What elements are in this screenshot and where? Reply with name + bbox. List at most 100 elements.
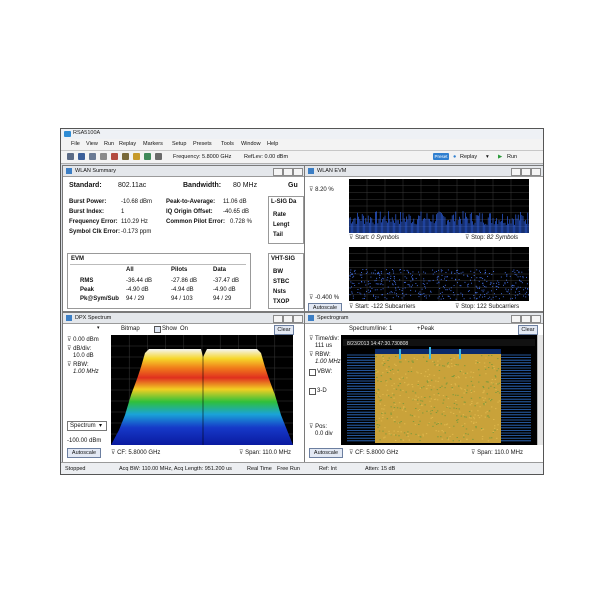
clear-button[interactable]: Clear xyxy=(274,325,294,335)
noise-speck xyxy=(466,372,469,374)
noise-speck xyxy=(485,412,487,414)
replay-button[interactable]: Replay xyxy=(460,154,477,160)
table-icon[interactable] xyxy=(144,153,151,160)
save-icon[interactable] xyxy=(78,153,85,160)
evm-subcarrier-point xyxy=(462,271,464,273)
noise-speck xyxy=(486,415,489,417)
show-checkbox[interactable] xyxy=(154,326,161,333)
minimize-button[interactable] xyxy=(511,315,521,323)
menu-markers[interactable]: Markers xyxy=(143,141,163,147)
evm-subcarrier-point xyxy=(386,273,388,274)
autoscale-button[interactable]: Autoscale xyxy=(309,448,343,458)
clear-button[interactable]: Clear xyxy=(518,325,538,335)
noise-speck xyxy=(407,431,409,433)
noise-speck xyxy=(457,364,459,366)
evm-subcarrier-point xyxy=(504,282,506,284)
evm-col-all: All xyxy=(126,267,134,273)
evm-subcarrier-point xyxy=(375,298,377,300)
time-div-value: 111 us xyxy=(315,343,333,349)
frequency-readout[interactable]: Frequency: 5.8000 GHz xyxy=(173,154,231,160)
noise-speck xyxy=(449,357,452,359)
noise-speck xyxy=(447,439,450,441)
autoscale-button[interactable]: Autoscale xyxy=(308,303,342,311)
evm-subcarrier-point xyxy=(526,291,528,293)
noise-speck xyxy=(446,406,449,408)
close-button[interactable] xyxy=(293,315,303,323)
spectrogram-plot[interactable]: 8/23/2013 14:47:30.730808 xyxy=(341,335,537,445)
noise-speck xyxy=(482,385,484,387)
evm-subcarrier-point xyxy=(504,283,506,285)
noise-speck xyxy=(470,371,472,373)
menu-window[interactable]: Window xyxy=(241,141,261,147)
noise-speck xyxy=(484,416,487,418)
evm-subcarrier-point xyxy=(395,287,397,289)
restore-button[interactable] xyxy=(521,168,531,176)
menu-run[interactable]: Run xyxy=(104,141,114,147)
evm-subcarrier-point xyxy=(443,278,445,280)
noise-speck xyxy=(412,390,414,392)
three-d-checkbox[interactable] xyxy=(309,388,316,395)
evm-peak-pilots: -4.94 dB xyxy=(171,287,194,293)
reflev-readout[interactable]: RefLev: 0.00 dBm xyxy=(244,154,288,160)
noise-speck xyxy=(442,431,445,433)
noise-speck xyxy=(435,423,438,425)
status-freerun: Free Run xyxy=(277,466,300,472)
close-button[interactable] xyxy=(293,168,303,176)
evm-subcarrier-point xyxy=(351,286,352,288)
print-icon[interactable] xyxy=(89,153,96,160)
minimize-button[interactable] xyxy=(273,315,283,323)
noise-speck xyxy=(466,389,468,391)
chevron-down-icon[interactable]: ▾ xyxy=(486,154,489,160)
dpx-bitmap-plot[interactable] xyxy=(111,335,293,445)
close-button[interactable] xyxy=(531,168,541,176)
evm-subcarrier-point xyxy=(354,272,356,274)
trace-icon[interactable] xyxy=(122,153,129,160)
restore-button[interactable] xyxy=(283,315,293,323)
minimize-button[interactable] xyxy=(273,168,283,176)
evm-ybottom-label: ⊽ -0.400 % xyxy=(309,295,340,301)
evm-rms-all: -36.44 dB xyxy=(126,278,153,284)
settings-icon[interactable] xyxy=(100,153,107,160)
menu-replay[interactable]: Replay xyxy=(119,141,136,147)
evm-subcarrier-point xyxy=(460,285,462,287)
menu-help[interactable]: Help xyxy=(267,141,278,147)
run-button[interactable]: Run xyxy=(507,154,517,160)
open-icon[interactable] xyxy=(67,153,74,160)
restore-button[interactable] xyxy=(283,168,293,176)
vbw-checkbox[interactable] xyxy=(309,369,316,376)
menu-file[interactable]: File xyxy=(71,141,80,147)
evm-subcarrier-point xyxy=(394,292,396,294)
evm-subcarrier-point xyxy=(412,279,414,281)
noise-speck xyxy=(488,410,491,412)
db-div-value: 10.0 dB xyxy=(73,353,94,359)
noise-speck xyxy=(394,363,396,365)
bitmap-dropdown-icon[interactable]: ▾ xyxy=(97,325,100,331)
noise-speck xyxy=(431,379,433,381)
restore-button[interactable] xyxy=(521,315,531,323)
noise-speck xyxy=(403,382,406,384)
menu-presets[interactable]: Presets xyxy=(193,141,212,147)
evm-subcarrier-point xyxy=(511,297,513,299)
evm-subcarrier-point xyxy=(375,279,377,281)
zoom-icon[interactable] xyxy=(155,153,162,160)
evm-subcarrier-point xyxy=(518,271,519,273)
noise-speck xyxy=(411,415,413,417)
menu-setup[interactable]: Setup xyxy=(172,141,186,147)
spectrogram-marker-band xyxy=(375,349,501,354)
trace-select[interactable]: Spectrum ▾ xyxy=(67,421,107,431)
evm-subcarrier-point xyxy=(493,283,495,285)
evm-subcarrier-point xyxy=(357,289,359,290)
minimize-button[interactable] xyxy=(511,168,521,176)
menu-view[interactable]: View xyxy=(86,141,98,147)
evm-subcarrier-point xyxy=(484,269,486,271)
noise-speck xyxy=(401,376,403,378)
marker-icon[interactable] xyxy=(111,153,118,160)
evm-subcarrier-point xyxy=(381,280,383,282)
noise-speck xyxy=(483,403,485,405)
spectrogram-scrollbar[interactable] xyxy=(537,335,543,445)
preset-button[interactable]: Preset xyxy=(433,153,449,160)
close-button[interactable] xyxy=(531,315,541,323)
menu-tools[interactable]: Tools xyxy=(221,141,234,147)
autoscale-button[interactable]: Autoscale xyxy=(67,448,101,458)
peak-icon[interactable] xyxy=(133,153,140,160)
